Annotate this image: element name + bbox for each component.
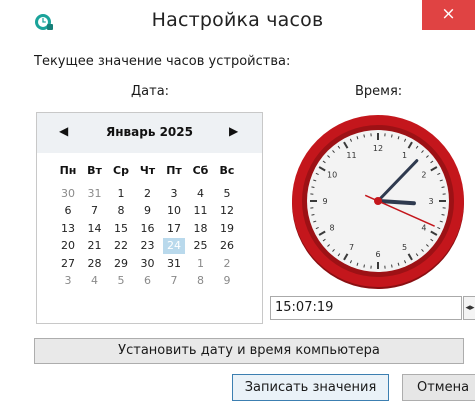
calendar-day[interactable]: 8 [190,273,212,289]
weekday-header: Ср [113,164,129,177]
time-label: Время: [355,84,403,99]
calendar-day[interactable]: 22 [110,238,132,254]
calendar-day[interactable]: 6 [137,273,159,289]
calendar-header: ◀ Январь 2025 ▶ [37,113,262,153]
clock-numeral: 1 [402,151,407,160]
clock-numeral: 8 [330,224,335,233]
weekday-header: Вт [87,164,102,177]
minute-tick [363,264,365,268]
calendar-day[interactable]: 8 [110,203,132,219]
calendar-day[interactable]: 17 [163,221,185,237]
calendar-day[interactable]: 27 [57,256,79,272]
calendar-day[interactable]: 6 [57,203,79,219]
title-bar: Настройка часов × [0,0,475,40]
clock-numeral: 4 [421,224,426,233]
clock-numeral: 11 [346,151,356,160]
minute-tick [391,134,393,138]
clock-numeral: 6 [375,250,380,259]
clock-numeral: 5 [402,243,407,252]
calendar-day[interactable]: 1 [190,256,212,272]
next-month-button[interactable]: ▶ [229,124,238,138]
calendar-day[interactable]: 20 [57,238,79,254]
clock-numeral: 7 [349,243,354,252]
calendar-day[interactable]: 30 [137,256,159,272]
calendar: ◀ Январь 2025 ▶ Пн Вт Ср Чт Пт Сб Вс 30 31 1 2 3 4 5 6… [36,112,263,324]
calendar-day[interactable]: 24 [163,238,185,255]
weekday-header: Сб [192,164,209,177]
calendar-day[interactable]: 30 [57,186,79,202]
window-title: Настройка часов [151,9,324,31]
calendar-day[interactable]: 31 [163,256,185,272]
calendar-day[interactable]: 18 [190,221,212,237]
clock-numeral: 3 [428,197,433,206]
calendar-day[interactable]: 4 [84,273,106,289]
calendar-day[interactable]: 2 [216,256,238,272]
weekday-header: Пн [59,164,77,177]
minute-tick [311,214,315,216]
calendar-day[interactable]: 5 [216,186,238,202]
clock-numeral: 10 [327,171,337,180]
calendar-day[interactable]: 4 [190,186,212,202]
calendar-day[interactable]: 3 [57,273,79,289]
calendar-day[interactable]: 15 [110,221,132,237]
analog-clock: 121234567891011 [292,115,464,289]
calendar-day[interactable]: 13 [57,221,79,237]
calendar-day[interactable]: 21 [84,238,106,254]
weekday-header: Чт [139,164,156,177]
calendar-day[interactable]: 3 [163,186,185,202]
date-label: Дата: [131,84,170,99]
calendar-day[interactable]: 1 [110,186,132,202]
clock-numeral: 12 [373,144,383,153]
time-input[interactable]: 15:07:19 [270,296,462,320]
current-value-caption: Текущее значение часов устройства: [34,54,291,69]
calendar-day[interactable]: 5 [110,273,132,289]
cancel-button[interactable]: Отмена [402,374,475,401]
calendar-day[interactable]: 14 [84,221,106,237]
minute-tick [363,134,365,138]
weekday-header: Вс [219,164,235,177]
calendar-day[interactable]: 23 [137,238,159,254]
calendar-day[interactable]: 9 [137,203,159,219]
set-computer-time-button[interactable]: Установить дату и время компьютера [34,338,464,364]
minute-tick [391,264,393,268]
clock-center-cap [374,197,382,205]
clock-numeral: 2 [421,171,426,180]
calendar-day[interactable]: 11 [190,203,212,219]
calendar-day[interactable]: 10 [163,203,185,219]
calendar-day[interactable]: 31 [84,186,106,202]
clock-numeral: 9 [322,197,327,206]
clock-settings-window: Настройка часов × Текущее значение часов… [0,0,475,409]
close-icon: × [441,4,456,24]
calendar-day[interactable]: 9 [216,273,238,289]
close-button[interactable]: × [422,0,475,30]
write-values-button[interactable]: Записать значения [232,374,389,401]
calendar-day[interactable]: 26 [216,238,238,254]
minute-tick [441,214,445,216]
calendar-day[interactable]: 29 [110,256,132,272]
minute-tick [311,186,315,188]
calendar-day[interactable]: 7 [163,273,185,289]
time-spinner[interactable]: ◂▸ [463,296,475,320]
calendar-day[interactable]: 12 [216,203,238,219]
calendar-day[interactable]: 7 [84,203,106,219]
weekday-header: Пт [166,164,182,177]
calendar-day[interactable]: 25 [190,238,212,254]
calendar-day[interactable]: 19 [216,221,238,237]
calendar-day[interactable]: 2 [137,186,159,202]
calendar-day[interactable]: 16 [137,221,159,237]
minute-tick [441,186,445,188]
calendar-day[interactable]: 28 [84,256,106,272]
